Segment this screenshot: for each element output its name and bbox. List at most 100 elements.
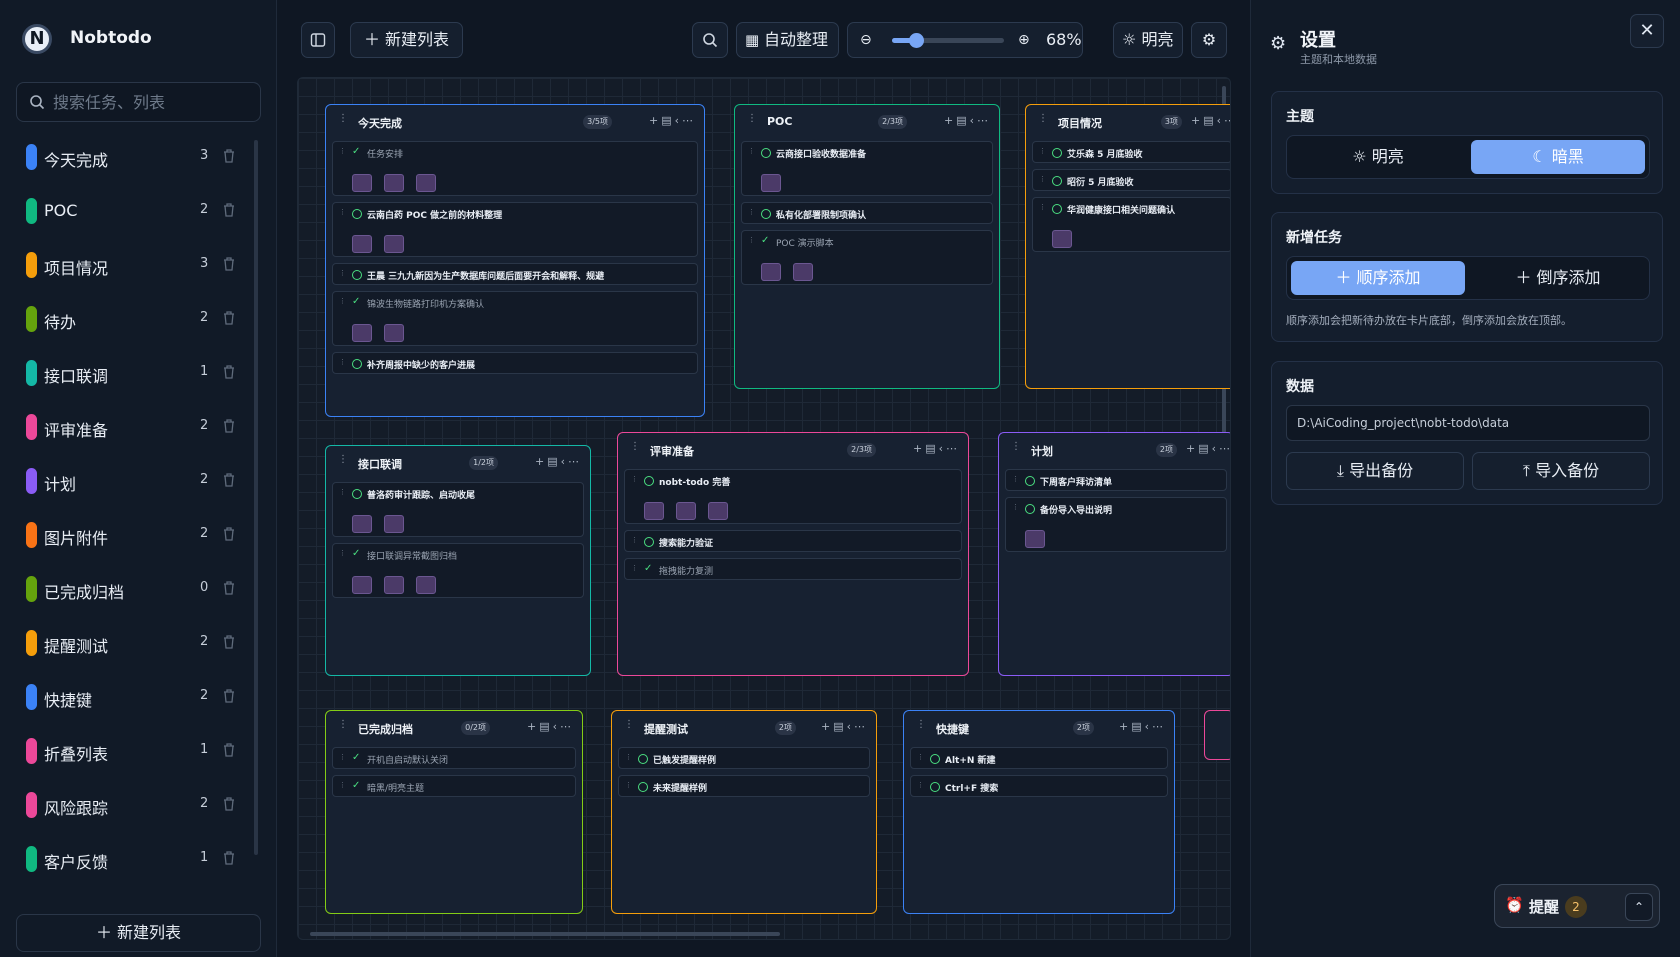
new-list-button[interactable]: ＋ 新建列表 — [350, 22, 463, 58]
theme-dark-option[interactable]: ☾ 暗黑 — [1471, 140, 1645, 174]
sidebar-item[interactable]: 快捷键 2 — [14, 671, 250, 725]
collapse-chevron-icon[interactable]: ‹ — [1217, 114, 1224, 127]
collapse-chevron-icon[interactable]: ‹ — [1145, 720, 1152, 733]
task-item[interactable]: ⋮ 艾乐森 5 月底验收 — [1032, 141, 1230, 163]
checked-icon[interactable]: ✓ — [352, 297, 362, 307]
add-task-icon[interactable]: + — [1191, 114, 1203, 127]
add-task-icon[interactable]: + — [649, 114, 661, 127]
sidebar-item[interactable]: 计划 2 — [14, 455, 250, 509]
sidebar-item[interactable]: 待办 2 — [14, 293, 250, 347]
collapse-chevron-icon[interactable]: ‹ — [675, 114, 682, 127]
drag-handle-icon[interactable]: ⋮ — [338, 720, 348, 733]
checked-icon[interactable]: ✓ — [644, 564, 654, 574]
checkbox-circle[interactable] — [1025, 504, 1035, 514]
drag-handle-icon[interactable]: ⋮ — [1039, 176, 1046, 186]
sidebar-item[interactable]: 评审准备 2 — [14, 401, 250, 455]
image-attachment-thumbnail[interactable] — [793, 263, 813, 281]
template-menu-icon[interactable]: ▤ — [833, 720, 846, 733]
checked-icon[interactable]: ✓ — [761, 236, 771, 246]
reminder-expand-button[interactable]: ⌃ — [1625, 893, 1653, 921]
checkbox-circle[interactable] — [930, 754, 940, 764]
checked-icon[interactable]: ✓ — [352, 753, 362, 763]
list-card[interactable]: ⋮ 快捷键 2项 +▤‹⋯ ⋮ Alt+N 新建 ⋮ Ctrl+F 搜索 — [903, 710, 1175, 914]
card-header[interactable]: ⋮ POC 2/3项 +▤‹⋯ — [735, 105, 999, 139]
append-option[interactable]: ＋ 顺序添加 — [1291, 261, 1465, 295]
drag-handle-icon[interactable]: ⋮ — [1039, 204, 1046, 214]
trash-icon[interactable] — [222, 472, 236, 488]
task-item[interactable]: ⋮ ✓ 接口联调异常截图归档 — [332, 543, 584, 598]
list-card[interactable]: ⋮ 接口联调 1/2项 +▤‹⋯ ⋮ 普洛药审计跟踪、启动收尾 ⋮ ✓ 接口联调异常截图归档 — [325, 445, 591, 676]
template-menu-icon[interactable]: ▤ — [925, 442, 938, 455]
task-item[interactable]: ⋮ 备份导入导出说明 — [1005, 497, 1227, 552]
drag-handle-icon[interactable]: ⋮ — [339, 209, 346, 219]
drag-handle-icon[interactable]: ⋮ — [917, 754, 924, 764]
collapse-chevron-icon[interactable]: ‹ — [939, 442, 946, 455]
image-attachment-thumbnail[interactable] — [416, 174, 436, 192]
sidebar-item[interactable]: 项目情况 3 — [14, 239, 250, 293]
checkbox-circle[interactable] — [352, 359, 362, 369]
drag-handle-icon[interactable]: ⋮ — [339, 148, 346, 158]
more-icon[interactable]: ⋯ — [1224, 114, 1230, 127]
drag-handle-icon[interactable]: ⋮ — [1012, 476, 1019, 486]
image-attachment-thumbnail[interactable] — [352, 576, 372, 594]
list-card[interactable]: ⋮ 评审准备 2/3项 +▤‹⋯ ⋮ nobt-todo 完善 ⋮ 搜索能力验证 ⋮ ✓ 拖拽能力复… — [617, 432, 969, 676]
checkbox-circle[interactable] — [761, 209, 771, 219]
image-attachment-thumbnail[interactable] — [384, 174, 404, 192]
add-task-icon[interactable]: + — [1186, 442, 1198, 455]
card-header[interactable]: ⋮ 快捷键 2项 +▤‹⋯ — [904, 711, 1174, 745]
drag-handle-icon[interactable]: ⋮ — [630, 442, 640, 455]
image-attachment-thumbnail[interactable] — [644, 502, 664, 520]
task-item[interactable]: ⋮ ✓ 锦波生物链路打印机方案确认 — [332, 291, 698, 346]
template-menu-icon[interactable]: ▤ — [1203, 114, 1216, 127]
task-item[interactable]: ⋮ 王晨 三九九新因为生产数据库问题后面要开会和解释、规避 — [332, 263, 698, 285]
drag-handle-icon[interactable]: ⋮ — [916, 720, 926, 733]
sidebar-item[interactable]: 今天完成 3 — [14, 131, 250, 185]
trash-icon[interactable] — [222, 742, 236, 758]
image-attachment-thumbnail[interactable] — [352, 324, 372, 342]
card-header[interactable]: ⋮ 今天完成 3/5项 +▤‹⋯ — [326, 105, 704, 139]
add-task-icon[interactable]: + — [1119, 720, 1131, 733]
add-task-icon[interactable]: + — [944, 114, 956, 127]
import-backup-button[interactable]: ⤒ 导入备份 — [1472, 452, 1650, 490]
sidebar-new-list-button[interactable]: ＋ 新建列表 — [16, 914, 261, 952]
add-task-icon[interactable]: + — [913, 442, 925, 455]
task-item[interactable]: ⋮ ✓ 拖拽能力复测 — [624, 558, 962, 580]
drag-handle-icon[interactable]: ⋮ — [339, 550, 346, 560]
search-input[interactable] — [53, 91, 253, 113]
card-header[interactable]: ⋮ 接口联调 1/2项 +▤‹⋯ — [326, 446, 590, 480]
settings-button[interactable]: ⚙ — [1191, 22, 1227, 58]
collapse-chevron-icon[interactable]: ‹ — [1212, 442, 1219, 455]
task-item[interactable]: ⋮ 华润健康接口相关问题确认 — [1032, 197, 1230, 252]
checkbox-circle[interactable] — [930, 782, 940, 792]
list-card[interactable]: ⋮ POC 2/3项 +▤‹⋯ ⋮ 云商接口验收数据准备 ⋮ 私有化部署限制项确认 ⋮ ✓ POC … — [734, 104, 1000, 389]
trash-icon[interactable] — [222, 364, 236, 380]
sidebar-item[interactable]: 风险跟踪 2 — [14, 779, 250, 833]
image-attachment-thumbnail[interactable] — [676, 502, 696, 520]
trash-icon[interactable] — [222, 310, 236, 326]
task-item[interactable]: ⋮ ✓ 开机自启动默认关闭 — [332, 747, 576, 769]
list-card[interactable]: ⋮ 今天完成 3/5项 +▤‹⋯ ⋮ ✓ 任务安排 ⋮ 云南白药 POC 做之前的材料整理 ⋮ 王晨… — [325, 104, 705, 417]
drag-handle-icon[interactable]: ⋮ — [631, 476, 638, 486]
template-menu-icon[interactable]: ▤ — [1198, 442, 1211, 455]
checked-icon[interactable]: ✓ — [352, 549, 362, 559]
list-card[interactable]: ⋮ 已完成归档 0/2项 +▤‹⋯ ⋮ ✓ 开机自启动默认关闭 ⋮ ✓ 暗黑/明亮主题 — [325, 710, 583, 914]
image-attachment-thumbnail[interactable] — [352, 235, 372, 253]
card-header[interactable]: ⋮ 项目情况 3项 +▤‹⋯ — [1026, 105, 1230, 139]
more-icon[interactable]: ⋯ — [854, 720, 868, 733]
checkbox-circle[interactable] — [638, 782, 648, 792]
image-attachment-thumbnail[interactable] — [761, 174, 781, 192]
drag-handle-icon[interactable]: ⋮ — [339, 270, 346, 280]
trash-icon[interactable] — [222, 850, 236, 866]
trash-icon[interactable] — [222, 148, 236, 164]
image-attachment-thumbnail[interactable] — [761, 263, 781, 281]
auto-arrange-button[interactable]: ▦ 自动整理 — [736, 22, 839, 58]
task-item[interactable]: ⋮ 普洛药审计跟踪、启动收尾 — [332, 482, 584, 537]
partial-card[interactable] — [1204, 710, 1230, 760]
drag-handle-icon[interactable]: ⋮ — [1012, 504, 1019, 514]
task-item[interactable]: ⋮ 下周客户拜访清单 — [1005, 469, 1227, 491]
collapse-chevron-icon[interactable]: ‹ — [847, 720, 854, 733]
close-settings-button[interactable]: ✕ — [1630, 14, 1664, 48]
canvas-hscrollbar[interactable] — [310, 932, 780, 936]
prepend-option[interactable]: ＋ 倒序添加 — [1471, 261, 1645, 295]
card-header[interactable]: ⋮ 提醒测试 2项 +▤‹⋯ — [612, 711, 876, 745]
